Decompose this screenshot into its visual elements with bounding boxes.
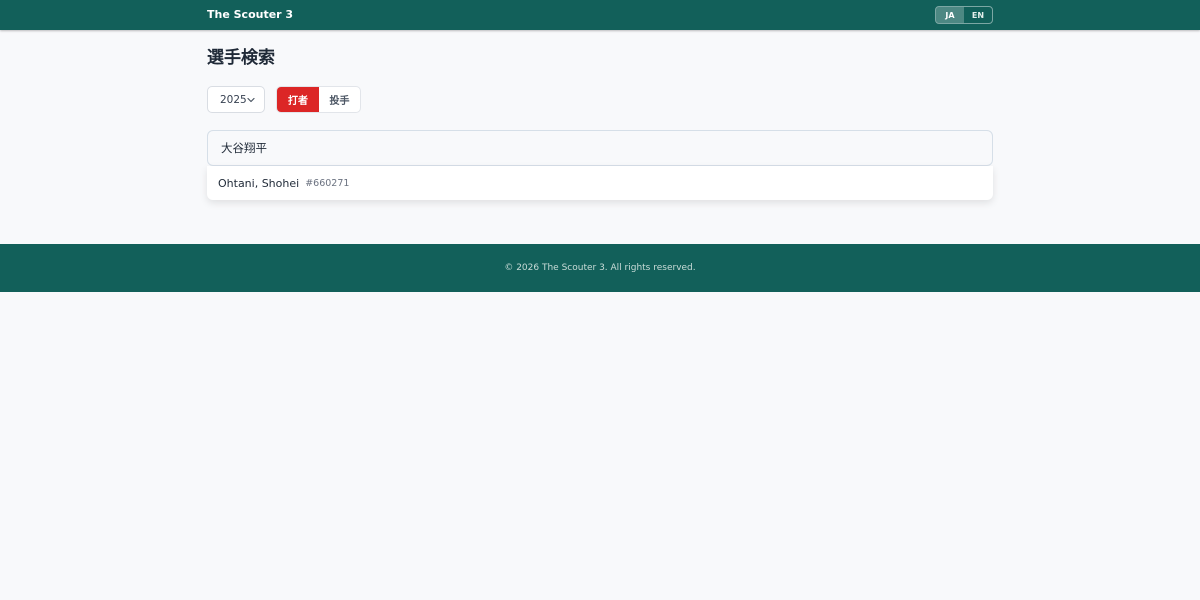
footer-copyright: © 2026 The Scouter 3. All rights reserve… xyxy=(504,263,696,273)
lang-button-en[interactable]: EN xyxy=(964,7,992,23)
player-name: Ohtani, Shohei xyxy=(218,176,300,190)
page-title: 選手検索 xyxy=(207,48,275,68)
chevron-down-icon xyxy=(247,97,255,103)
role-button-batter[interactable]: 打者 xyxy=(277,87,319,112)
year-select[interactable]: 2025 xyxy=(207,86,265,113)
top-navbar: The Scouter 3 JA EN xyxy=(0,0,1200,30)
search-result-item[interactable]: Ohtani, Shohei #660271 xyxy=(207,166,993,200)
player-id: #660271 xyxy=(305,177,350,189)
search-input-value: 大谷翔平 xyxy=(221,141,267,155)
year-select-value: 2025 xyxy=(220,93,247,106)
footer: © 2026 The Scouter 3. All rights reserve… xyxy=(0,244,1200,292)
player-search-input[interactable]: 大谷翔平 xyxy=(207,130,993,166)
language-switch: JA EN xyxy=(935,6,993,24)
lang-button-ja[interactable]: JA xyxy=(936,7,964,23)
search-results-dropdown: Ohtani, Shohei #660271 xyxy=(207,166,993,200)
role-button-pitcher[interactable]: 投手 xyxy=(319,87,360,112)
brand-logo-text[interactable]: The Scouter 3 xyxy=(207,0,293,30)
role-toggle: 打者 投手 xyxy=(276,86,361,113)
